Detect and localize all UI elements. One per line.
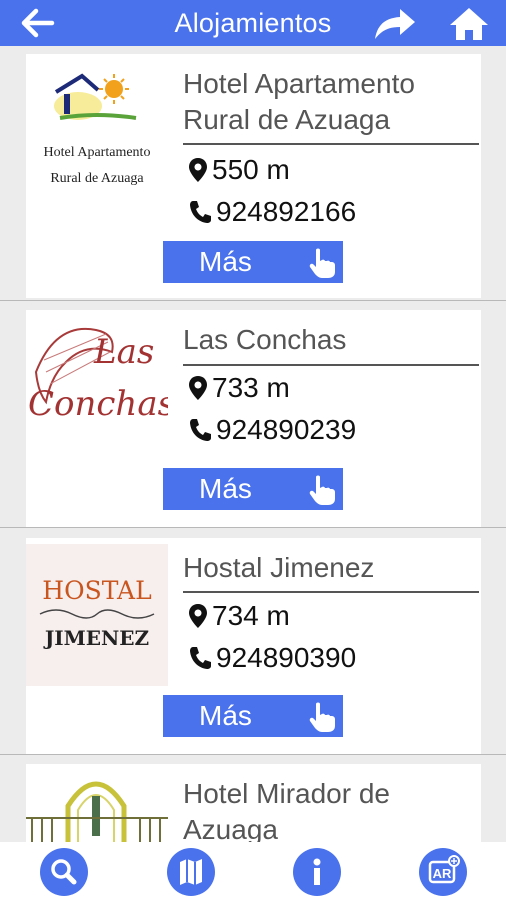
distance-value: 734 m xyxy=(212,600,290,631)
logo-text-line1: Las xyxy=(94,332,155,372)
logo-text-line2: JIMENEZ xyxy=(44,626,150,650)
home-button[interactable] xyxy=(448,6,490,42)
logo-text-line1: HOSTAL xyxy=(42,576,152,605)
hand-pointer-icon xyxy=(309,475,335,505)
more-button-label: Más xyxy=(199,473,252,504)
top-bar: Alojamientos xyxy=(0,0,506,46)
item-name-line1: Hotel Mirador de xyxy=(183,778,390,809)
more-button[interactable]: Más xyxy=(163,468,343,510)
share-icon xyxy=(375,9,415,39)
location-pin-icon xyxy=(189,604,207,628)
distance-value: 550 m xyxy=(212,154,290,185)
home-icon xyxy=(450,8,488,40)
page-title: Alojamientos xyxy=(174,8,332,38)
phone-icon xyxy=(190,647,211,669)
more-button-label: Más xyxy=(199,246,252,277)
hand-pointer-icon xyxy=(309,702,335,732)
phone-icon xyxy=(190,201,211,223)
item-name-line2: Rural de Azuaga xyxy=(183,104,391,135)
location-pin-icon xyxy=(189,158,207,182)
list-item[interactable]: Hotel Mirador de Azuaga xyxy=(26,764,481,842)
map-button[interactable] xyxy=(167,848,215,896)
ar-button[interactable]: AR xyxy=(419,848,467,896)
more-button[interactable]: Más xyxy=(163,695,343,737)
logo-text-line1: Hotel Apartamento xyxy=(43,145,151,160)
hotel-logo xyxy=(26,766,168,842)
accommodation-list[interactable]: Hotel Apartamento Rural de Azuaga Hotel … xyxy=(0,46,506,842)
item-name-line1: Las Conchas xyxy=(183,324,347,355)
search-button[interactable] xyxy=(40,848,88,896)
phone-number[interactable]: 924892166 xyxy=(216,196,356,228)
logo-text-line2: Rural de Azuaga xyxy=(50,171,144,186)
separator xyxy=(0,527,506,528)
ar-icon: AR xyxy=(428,855,460,884)
logo-text-line2: Conchas xyxy=(28,384,168,424)
hotel-logo: Hotel Apartamento Rural de Azuaga xyxy=(26,54,168,196)
phone-icon xyxy=(190,419,211,441)
list-item[interactable]: HOSTAL JIMENEZ Hostal Jimenez 734 m 9248… xyxy=(26,538,481,754)
svg-text:AR: AR xyxy=(433,866,452,881)
item-name-line2: Azuaga xyxy=(183,814,278,842)
location-pin-icon xyxy=(189,376,207,400)
hotel-logo: Las Conchas xyxy=(26,312,168,454)
name-divider xyxy=(183,143,479,145)
item-name-line1: Hotel Apartamento xyxy=(183,68,415,99)
name-divider xyxy=(183,364,479,366)
bottom-toolbar: AR xyxy=(0,842,506,900)
name-divider xyxy=(183,591,479,593)
distance-value: 733 m xyxy=(212,372,290,403)
share-button[interactable] xyxy=(372,6,418,42)
hotel-logo: HOSTAL JIMENEZ xyxy=(26,544,168,686)
list-item[interactable]: Hotel Apartamento Rural de Azuaga Hotel … xyxy=(26,54,481,298)
separator xyxy=(0,754,506,755)
more-button-label: Más xyxy=(199,700,252,731)
info-icon xyxy=(313,858,321,885)
search-icon xyxy=(51,859,77,885)
info-button[interactable] xyxy=(293,848,341,896)
more-button[interactable]: Más xyxy=(163,241,343,283)
list-item[interactable]: Las Conchas Las Conchas 733 m 924890239 … xyxy=(26,310,481,528)
item-name-line1: Hostal Jimenez xyxy=(183,552,375,583)
phone-number[interactable]: 924890239 xyxy=(216,414,356,446)
phone-number[interactable]: 924890390 xyxy=(216,642,356,674)
separator xyxy=(0,300,506,301)
hand-pointer-icon xyxy=(309,248,335,278)
map-icon xyxy=(180,859,202,885)
